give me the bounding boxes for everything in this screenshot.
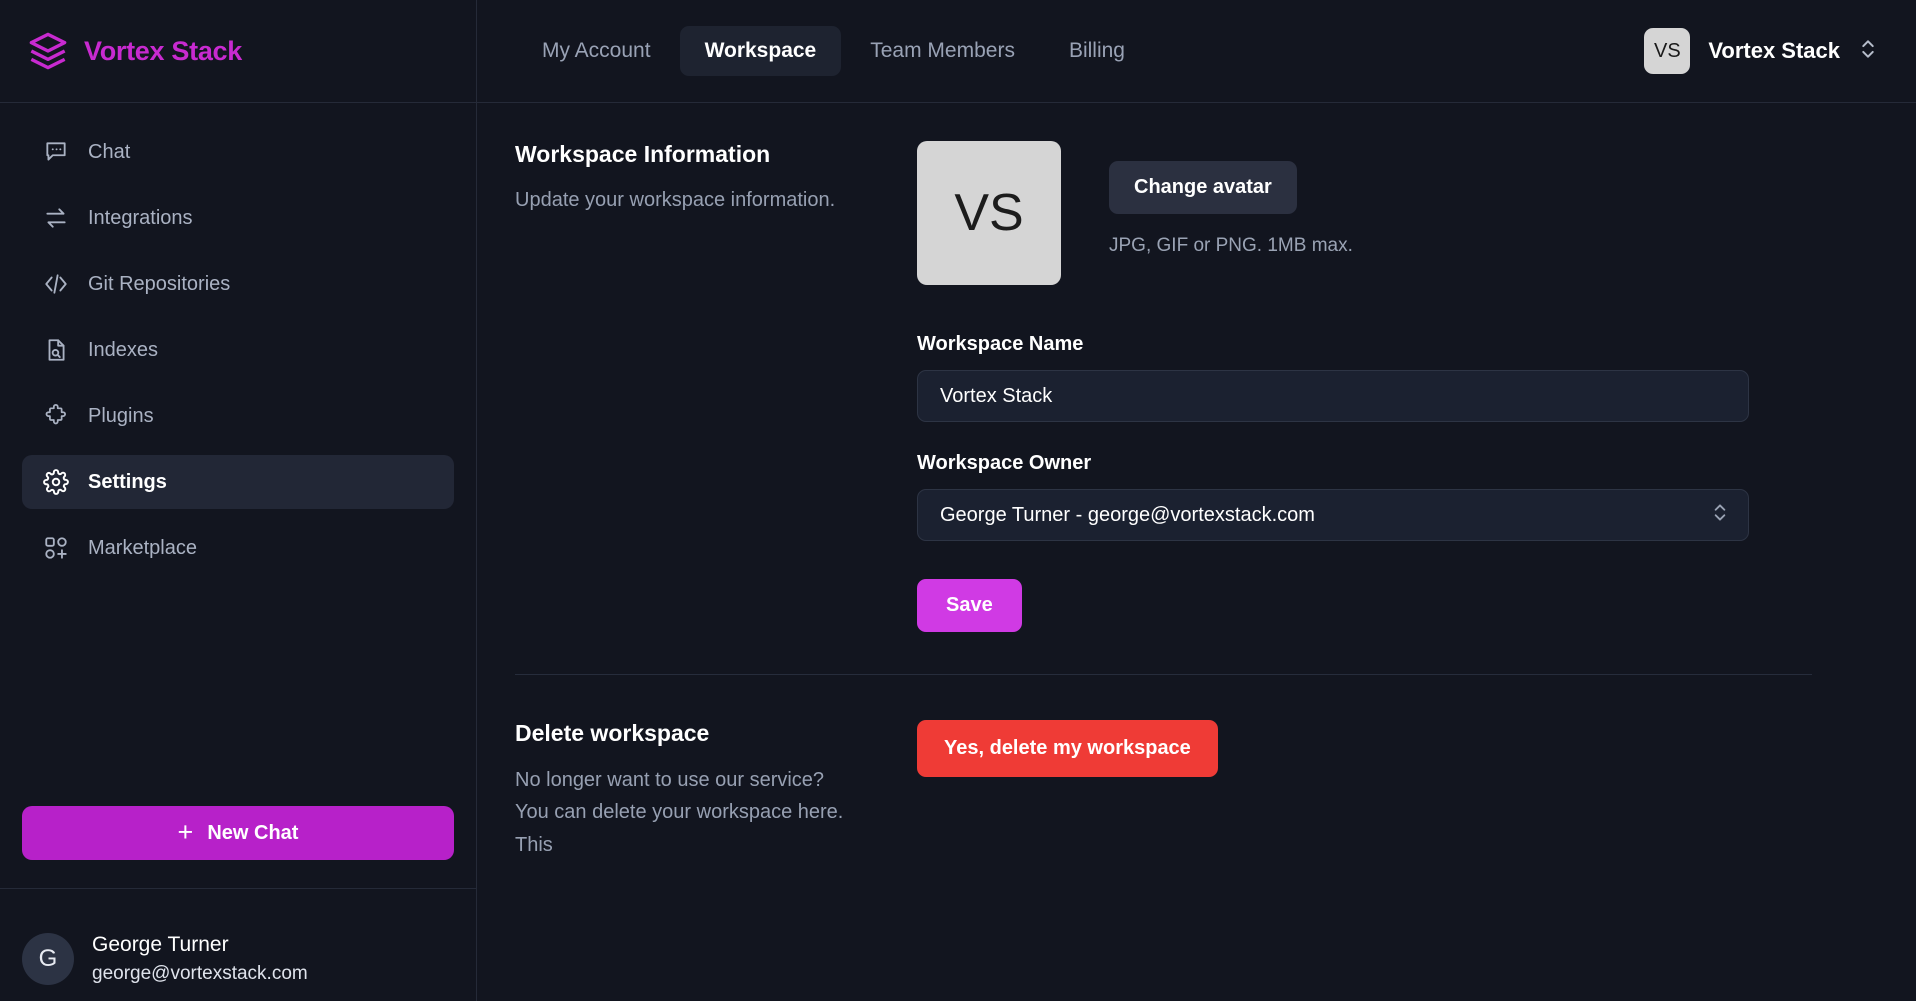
workspace-information-form: VS Change avatar JPG, GIF or PNG. 1MB ma… — [917, 141, 1916, 632]
settings-content: Workspace Information Update your worksp… — [477, 103, 1916, 1001]
sidebar-item-label: Integrations — [88, 206, 193, 229]
user-profile[interactable]: G George Turner george@vortexstack.com — [0, 888, 476, 1001]
code-brackets-icon — [42, 271, 69, 298]
sidebar-item-chat[interactable]: Chat — [22, 125, 454, 179]
sidebar-item-label: Settings — [88, 470, 167, 493]
workspace-owner-label: Workspace Owner — [917, 452, 1092, 474]
section-description: Update your workspace information. — [515, 189, 836, 211]
delete-workspace-section: Delete workspace No longer want to use o… — [477, 675, 1916, 861]
avatar-row: VS Change avatar JPG, GIF or PNG. 1MB ma… — [917, 141, 1812, 285]
brand-name: Vortex Stack — [84, 35, 242, 66]
puzzle-piece-icon — [42, 403, 69, 430]
workspace-information-section: Workspace Information Update your worksp… — [477, 103, 1916, 632]
sidebar-item-settings[interactable]: Settings — [22, 455, 454, 509]
delete-workspace-header: Delete workspace No longer want to use o… — [477, 720, 917, 861]
delete-workspace-actions: Yes, delete my workspace — [917, 720, 1218, 861]
sidebar-item-indexes[interactable]: Indexes — [22, 323, 454, 377]
topbar: My Account Workspace Team Members Billin… — [477, 0, 1916, 103]
plus-icon: + — [177, 816, 194, 847]
app-root: Vortex Stack Chat Integrations Git Repos… — [0, 0, 1916, 1001]
chevron-up-down-icon — [1858, 36, 1878, 67]
workspace-owner-select[interactable]: George Turner - george@vortexstack.com — [917, 489, 1749, 541]
change-avatar-button[interactable]: Change avatar — [1109, 161, 1297, 214]
main-panel: My Account Workspace Team Members Billin… — [477, 0, 1916, 1001]
avatar: G — [22, 932, 74, 985]
sidebar-nav: Chat Integrations Git Repositories Index… — [0, 103, 476, 587]
user-email: george@vortexstack.com — [92, 962, 308, 984]
user-profile-text: George Turner george@vortexstack.com — [92, 933, 308, 985]
workspace-selector-name: Vortex Stack — [1708, 38, 1840, 63]
save-button[interactable]: Save — [917, 579, 1022, 632]
delete-workspace-button[interactable]: Yes, delete my workspace — [917, 720, 1218, 777]
delete-workspace-description: No longer want to use our service? You c… — [515, 769, 844, 856]
workspace-owner-select-wrap: George Turner - george@vortexstack.com — [917, 489, 1749, 541]
avatar-hint: JPG, GIF or PNG. 1MB max. — [1109, 235, 1353, 256]
swap-arrows-icon — [42, 205, 69, 232]
tab-billing[interactable]: Billing — [1044, 26, 1150, 76]
sidebar: Vortex Stack Chat Integrations Git Repos… — [0, 0, 477, 1001]
new-chat-label: New Chat — [207, 821, 299, 844]
settings-tabs: My Account Workspace Team Members Billin… — [517, 26, 1150, 76]
sidebar-item-label: Plugins — [88, 404, 154, 427]
tab-workspace[interactable]: Workspace — [679, 26, 842, 76]
sidebar-item-plugins[interactable]: Plugins — [22, 389, 454, 443]
workspace-name-input[interactable] — [917, 370, 1749, 422]
workspace-information-header: Workspace Information Update your worksp… — [477, 141, 917, 632]
sidebar-item-label: Git Repositories — [88, 272, 231, 295]
grid-plus-icon — [42, 535, 69, 562]
workspace-owner-field: Workspace Owner George Turner - george@v… — [917, 452, 1812, 541]
workspace-name-label: Workspace Name — [917, 333, 1084, 355]
sidebar-item-integrations[interactable]: Integrations — [22, 191, 454, 245]
layers-stack-icon — [28, 31, 68, 71]
workspace-name-field: Workspace Name — [917, 333, 1812, 422]
gear-icon — [42, 469, 69, 496]
tab-team-members[interactable]: Team Members — [845, 26, 1040, 76]
sidebar-item-git-repositories[interactable]: Git Repositories — [22, 257, 454, 311]
avatar-actions: Change avatar JPG, GIF or PNG. 1MB max. — [1109, 141, 1353, 257]
sidebar-item-label: Chat — [88, 140, 131, 163]
chat-bubble-icon — [42, 139, 69, 166]
workspace-avatar: VS — [917, 141, 1061, 285]
sidebar-item-label: Marketplace — [88, 536, 197, 559]
workspace-selector[interactable]: VS Vortex Stack — [1634, 22, 1888, 80]
delete-workspace-title: Delete workspace — [515, 720, 710, 746]
sidebar-item-marketplace[interactable]: Marketplace — [22, 521, 454, 575]
section-title: Workspace Information — [515, 141, 771, 167]
user-name: George Turner — [92, 932, 229, 956]
document-search-icon — [42, 337, 69, 364]
workspace-badge: VS — [1644, 28, 1691, 74]
tab-my-account[interactable]: My Account — [517, 26, 676, 76]
brand[interactable]: Vortex Stack — [0, 0, 476, 103]
new-chat-button[interactable]: + New Chat — [22, 806, 454, 860]
sidebar-item-label: Indexes — [88, 338, 159, 361]
